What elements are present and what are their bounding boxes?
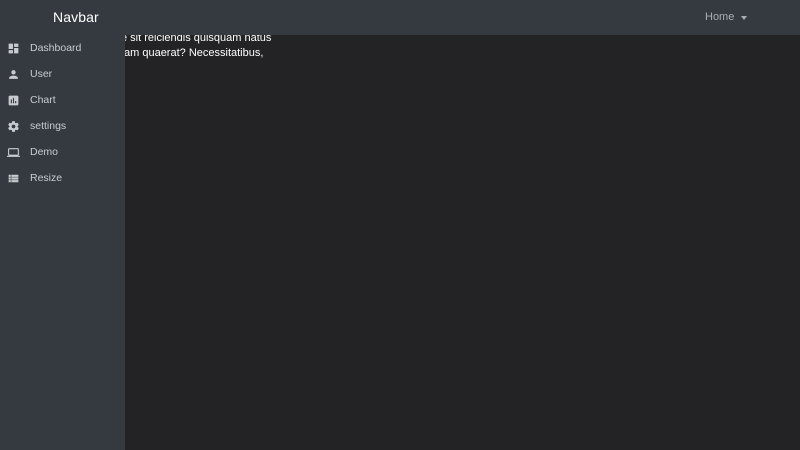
laptop-icon bbox=[7, 146, 20, 159]
home-dropdown[interactable]: Home bbox=[705, 11, 748, 23]
sidebar-item-label: Resize bbox=[30, 172, 63, 184]
chart-icon bbox=[7, 94, 20, 107]
sidebar-item-demo[interactable]: Demo bbox=[0, 139, 125, 165]
top-navbar: Navbar Home bbox=[0, 0, 800, 35]
sidebar-item-user[interactable]: User bbox=[0, 61, 125, 87]
content-text-line: am quaerat? Necessitatibus, bbox=[124, 47, 264, 59]
navbar-brand[interactable]: Navbar bbox=[53, 9, 99, 25]
sidebar-item-chart[interactable]: Chart bbox=[0, 87, 125, 113]
sidebar-item-label: settings bbox=[30, 120, 67, 132]
sidebar-item-dashboard[interactable]: Dashboard bbox=[0, 35, 125, 61]
home-dropdown-label: Home bbox=[705, 11, 735, 23]
sidebar-item-label: User bbox=[30, 68, 53, 80]
list-icon bbox=[7, 172, 20, 185]
sidebar-item-label: Dashboard bbox=[30, 42, 82, 54]
sidebar-item-resize[interactable]: Resize bbox=[0, 165, 125, 191]
dashboard-icon bbox=[7, 42, 20, 55]
user-icon bbox=[7, 68, 20, 81]
gear-icon bbox=[7, 120, 20, 133]
sidebar-item-settings[interactable]: settings bbox=[0, 113, 125, 139]
sidebar-item-label: Demo bbox=[30, 146, 59, 158]
sidebar: Dashboard User Chart settings Demo Resiz… bbox=[0, 35, 125, 450]
caret-down-icon bbox=[741, 15, 748, 20]
sidebar-item-label: Chart bbox=[30, 94, 56, 106]
